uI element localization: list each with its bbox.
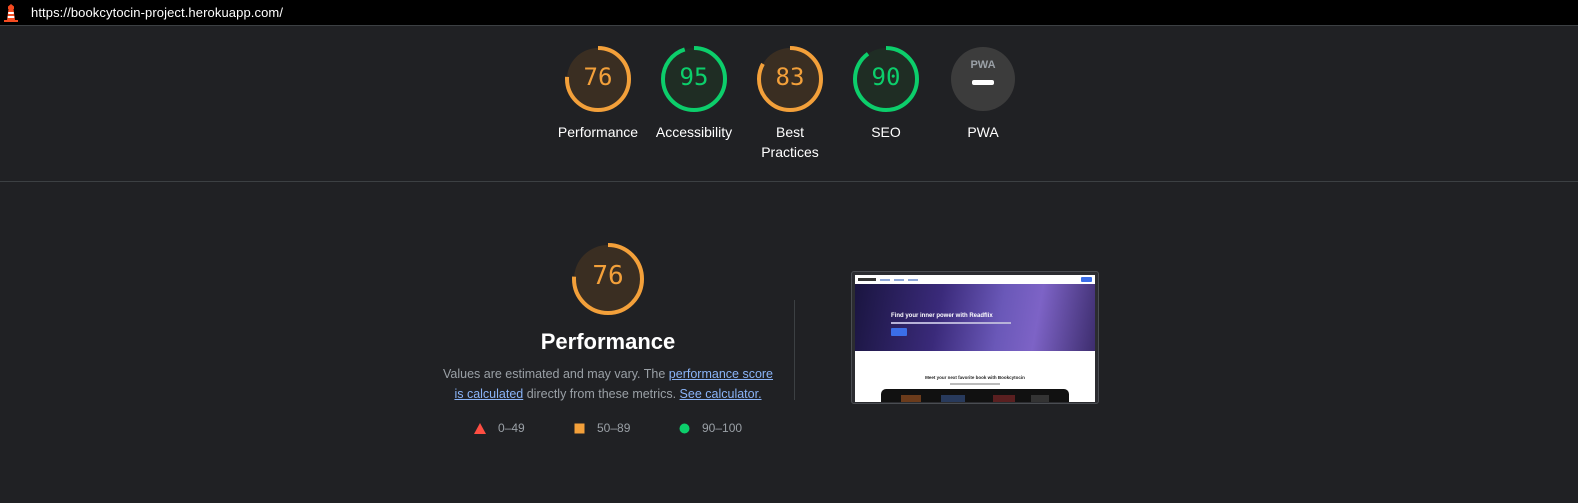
gauge-seo[interactable]: 90 SEO (831, 45, 941, 142)
gauge-label: Performance (557, 124, 639, 140)
detail-description: Values are estimated and may vary. The p… (440, 364, 776, 404)
gauge-performance[interactable]: 76 Performance (543, 45, 653, 142)
pwa-badge-text: PWA (970, 59, 995, 71)
screenshot-nav (855, 275, 1095, 284)
square-icon (574, 423, 585, 433)
performance-detail-gauge: 76 (571, 242, 645, 316)
gauge-score: 83 (775, 63, 805, 91)
gauge-score: 76 (583, 63, 613, 91)
legend-fail: 0–49 (474, 421, 525, 435)
see-calculator-link[interactable]: See calculator. (680, 387, 762, 401)
detail-title: Performance (540, 329, 676, 354)
desc-prefix: Values are estimated and may vary. The (442, 367, 669, 381)
address-bar: https://bookcytocin-project.herokuapp.co… (0, 0, 1578, 26)
vertical-divider (794, 300, 795, 400)
circle-icon (679, 423, 690, 433)
legend-range: 90–100 (702, 421, 743, 435)
section-divider (0, 181, 1578, 182)
legend-average: 50–89 (574, 421, 630, 435)
desc-middle: directly from these metrics. (523, 387, 680, 401)
gauge-score: 90 (871, 63, 901, 91)
gauge-label: Accessibility (655, 124, 733, 140)
legend-range: 0–49 (498, 421, 525, 435)
gauge-score: 95 (679, 63, 709, 91)
final-screenshot[interactable]: Find your inner power with Readflix Meet… (851, 271, 1099, 404)
gauge-accessibility[interactable]: 95 Accessibility (639, 45, 749, 142)
category-summary: 76 Performance 95 Accessibility 83 Best … (0, 27, 1578, 181)
gauge-label: SEO (871, 124, 901, 140)
hero-heading: Find your inner power with Readflix (891, 313, 993, 319)
page-url[interactable]: https://bookcytocin-project.herokuapp.co… (31, 5, 283, 20)
lighthouse-icon (4, 3, 18, 22)
screenshot-image: Find your inner power with Readflix Meet… (855, 275, 1095, 402)
gauge-pwa[interactable]: PWA PWA (928, 45, 1038, 142)
legend-range: 50–89 (597, 421, 631, 435)
triangle-icon (474, 422, 486, 434)
gauge-label: Best Practices (761, 124, 819, 160)
gauge-label: PWA (967, 124, 999, 140)
gauge-best-practices[interactable]: 83 Best Practices (735, 45, 845, 162)
detail-score: 76 (592, 261, 624, 291)
screenshot-hero: Find your inner power with Readflix (855, 284, 1095, 351)
screenshot-device (881, 389, 1069, 402)
legend-pass: 90–100 (679, 421, 742, 435)
pwa-badge-icon: PWA (951, 47, 1015, 111)
section-heading: Meet your next favorite book with Bookcy… (925, 375, 1025, 380)
